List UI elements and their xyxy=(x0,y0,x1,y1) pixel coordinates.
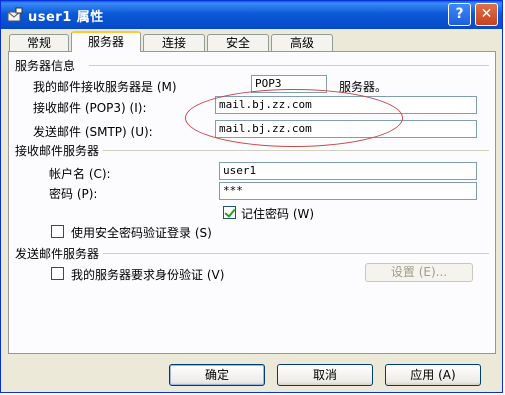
tab-security[interactable]: 安全 xyxy=(207,34,269,51)
password-label: 密码 (P): xyxy=(49,187,98,201)
annotation-ellipse xyxy=(185,89,403,147)
mail-account-icon xyxy=(7,7,23,22)
group-divider xyxy=(103,253,489,254)
password-input[interactable]: *** xyxy=(219,182,477,200)
properties-dialog: user1 属性 ? ✕ 常规 服务器 连接 安全 高级 服务器信息 我的邮件接… xyxy=(0,0,503,393)
account-name-label: 帐户名 (C): xyxy=(49,167,111,181)
window-title: user1 属性 xyxy=(28,10,104,25)
outgoing-server-group-label: 发送邮件服务器 xyxy=(15,247,100,261)
account-name-input[interactable]: user1 xyxy=(219,162,477,180)
outgoing-mail-label: 发送邮件 (SMTP) (U): xyxy=(33,125,153,139)
tab-connection[interactable]: 连接 xyxy=(143,34,205,51)
auth-settings-button[interactable]: 设置 (E)... xyxy=(365,263,473,282)
title-bar[interactable]: user1 属性 ? ✕ xyxy=(1,1,502,29)
close-icon: ✕ xyxy=(480,6,493,22)
secure-password-auth-checkbox[interactable] xyxy=(51,225,64,238)
incoming-mail-label: 接收邮件 (POP3) (I): xyxy=(33,101,147,115)
group-divider xyxy=(103,150,489,151)
tab-servers[interactable]: 服务器 xyxy=(71,31,141,52)
apply-button[interactable]: 应用 (A) xyxy=(385,364,481,386)
server-info-group-label: 服务器信息 xyxy=(15,59,76,73)
remember-password-checkbox[interactable] xyxy=(223,206,236,219)
incoming-server-group-label: 接收邮件服务器 xyxy=(15,144,100,158)
cancel-button[interactable]: 取消 xyxy=(277,364,373,386)
tab-general[interactable]: 常规 xyxy=(9,34,69,51)
server-requires-auth-checkbox[interactable] xyxy=(51,267,64,280)
incoming-server-type-label: 我的邮件接收服务器是 (M) xyxy=(33,80,177,94)
help-icon: ? xyxy=(455,6,464,22)
secure-password-auth-label[interactable]: 使用安全密码验证登录 (S) xyxy=(71,224,212,241)
server-requires-auth-label[interactable]: 我的服务器要求身份验证 (V) xyxy=(71,266,224,283)
remember-password-label[interactable]: 记住密码 (W) xyxy=(241,205,314,222)
help-button[interactable]: ? xyxy=(448,3,471,26)
ok-button[interactable]: 确定 xyxy=(169,364,265,386)
group-divider xyxy=(89,65,489,66)
tab-advanced[interactable]: 高级 xyxy=(271,34,333,51)
close-button[interactable]: ✕ xyxy=(475,3,498,26)
